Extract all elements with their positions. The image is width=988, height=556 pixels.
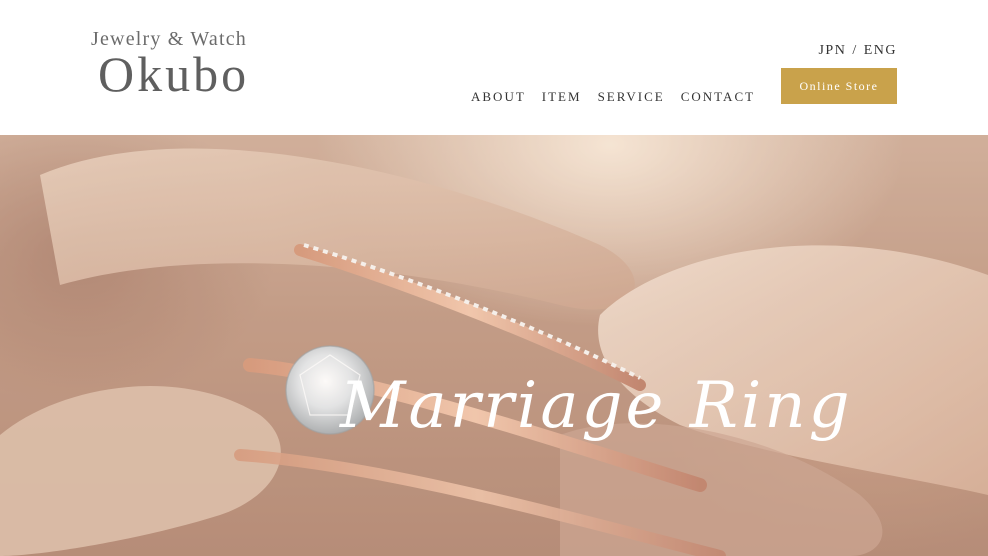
nav-item[interactable]: ITEM bbox=[542, 89, 582, 105]
hero-banner: Marriage Ring bbox=[0, 135, 988, 556]
logo[interactable]: Jewelry & Watch Okubo bbox=[91, 28, 281, 102]
lang-jpn-link[interactable]: JPN bbox=[818, 43, 846, 59]
nav-contact[interactable]: CONTACT bbox=[681, 89, 755, 105]
lang-separator: / bbox=[852, 43, 858, 58]
site-header: Jewelry & Watch Okubo JPN / ENG ABOUT IT… bbox=[0, 0, 988, 135]
main-nav: ABOUT ITEM SERVICE CONTACT bbox=[471, 89, 755, 105]
hero-photo-rings: Marriage Ring bbox=[0, 135, 988, 556]
nav-about[interactable]: ABOUT bbox=[471, 89, 526, 105]
online-store-button[interactable]: Online Store bbox=[781, 68, 897, 104]
language-switcher: JPN / ENG bbox=[818, 43, 897, 59]
hero-script-title: Marriage Ring bbox=[339, 369, 853, 443]
logo-brand: Okubo bbox=[98, 46, 250, 102]
nav-service[interactable]: SERVICE bbox=[598, 89, 665, 105]
lang-eng-link[interactable]: ENG bbox=[864, 43, 897, 59]
